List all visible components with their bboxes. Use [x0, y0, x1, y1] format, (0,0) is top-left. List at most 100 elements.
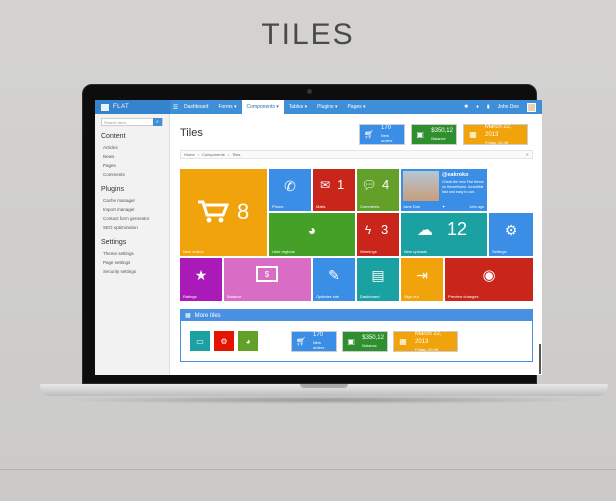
- breadcrumb-item[interactable]: Components: [202, 152, 225, 157]
- tile-sign-out[interactable]: ⇥ Sign out: [401, 258, 443, 301]
- tile-label: Sign out: [404, 294, 419, 299]
- tile-settings[interactable]: ⚙ Settings: [489, 213, 533, 256]
- search-box[interactable]: Search here... ⌕: [101, 118, 163, 126]
- nav-right: ✱ ♦ ▮ John Doe: [464, 102, 542, 112]
- hamburger-icon[interactable]: ☰: [172, 100, 179, 114]
- sidebar-link[interactable]: Comments: [101, 170, 163, 179]
- tile-label: Warnings: [360, 249, 377, 254]
- tile-comments[interactable]: 💬︎ 4 Comments: [357, 169, 399, 211]
- sidebar-link[interactable]: SEO optimization: [101, 223, 163, 232]
- profile-tweet: Check the new Flat theme on themeforest.…: [442, 180, 484, 194]
- globe-icon[interactable]: ◕: [238, 331, 258, 351]
- cart-icon: [198, 200, 229, 223]
- tile-warnings[interactable]: ϟ 3 Warnings: [357, 213, 399, 256]
- more-stat-date[interactable]: ▦ March 22, 2013 Friday, 20:49: [393, 331, 458, 352]
- tile-count: 12: [447, 219, 468, 239]
- tile-label: Mails: [316, 204, 326, 209]
- sidebar-link[interactable]: Cache manager: [101, 196, 163, 205]
- tile-phone[interactable]: ✆ Phone: [269, 169, 311, 211]
- nav-pages[interactable]: Pages ▾: [342, 100, 370, 114]
- laptop-shadow: [60, 396, 590, 404]
- sign-out-icon: ⇥: [416, 266, 428, 283]
- breadcrumb: Home › Components › Tiles ✕: [180, 150, 533, 159]
- tile-new-orders[interactable]: 8 New orders: [180, 169, 267, 256]
- tile-balance[interactable]: $ Balance: [224, 258, 311, 301]
- mail-icon: ✉: [319, 178, 331, 192]
- gears-icon[interactable]: ⚙: [214, 331, 234, 351]
- sidebar: Search here... ⌕ Content Articles News P…: [95, 114, 170, 375]
- more-tiles-panel: ▦ More tiles ▭ ⚙ ◕ 🛒︎ 170 New orders ▣ $3…: [180, 309, 533, 362]
- sidebar-link[interactable]: Page settings: [101, 258, 163, 267]
- logo-icon: [101, 103, 109, 111]
- cart-icon: 🛒︎: [360, 125, 378, 144]
- page-heading: TILES: [261, 18, 355, 51]
- nav-dashboard[interactable]: Dashboard: [179, 100, 213, 114]
- bell-icon[interactable]: ♦: [476, 104, 479, 110]
- stat-date[interactable]: ▦ March 22, 2013 Friday, 20:49: [463, 124, 528, 145]
- sidebar-section-title[interactable]: Settings: [101, 239, 163, 246]
- stat-value: March 22, 2013: [415, 331, 442, 345]
- sidebar-section-title[interactable]: Plugins: [101, 186, 163, 193]
- tile-preview[interactable]: ◉ Preview changes: [445, 258, 533, 301]
- sidebar-link[interactable]: Articles: [101, 143, 163, 152]
- profile-photo: [403, 171, 439, 201]
- tile-new-uploads[interactable]: ☁ 12 New uploads: [401, 213, 487, 256]
- user-name[interactable]: John Doe: [498, 104, 519, 110]
- tile-mails[interactable]: ✉ 1 Mails: [313, 169, 355, 211]
- sidebar-link[interactable]: Contact form generator: [101, 214, 163, 223]
- breadcrumb-item[interactable]: Home: [184, 152, 195, 157]
- stat-label: New orders: [381, 133, 393, 144]
- stat-balance[interactable]: ▣ $350,12 Balance: [411, 124, 457, 145]
- nav-forms[interactable]: Forms ▾: [213, 100, 241, 114]
- scrollbar[interactable]: [539, 344, 541, 374]
- tile-optimize[interactable]: ✎ Optimize site: [313, 258, 355, 301]
- grid-icon: ▦: [185, 313, 191, 319]
- eye-icon: ◉: [482, 267, 496, 284]
- stat-value: 170: [313, 332, 324, 339]
- tile-dashboard[interactable]: ▤ Dashboard: [357, 258, 399, 301]
- close-icon[interactable]: ✕: [526, 152, 532, 157]
- sidebar-link[interactable]: Theme settings: [101, 249, 163, 258]
- settings-icon[interactable]: ✱: [464, 104, 468, 110]
- tile-label: Comments: [360, 204, 380, 209]
- brand-name: FLAT: [113, 104, 130, 110]
- stat-value: $350,12: [362, 335, 384, 341]
- tile-user-regions[interactable]: ◕ User regions: [269, 213, 355, 256]
- sidebar-link[interactable]: Pages: [101, 161, 163, 170]
- more-stat-balance[interactable]: ▣ $350,12 Balance: [342, 331, 388, 352]
- search-input[interactable]: Search here...: [102, 120, 153, 125]
- tile-ratings[interactable]: ★ Ratings: [180, 258, 222, 301]
- search-icon[interactable]: ⌕: [153, 118, 162, 126]
- avatar[interactable]: [527, 102, 536, 112]
- tile-label: Settings: [492, 249, 507, 254]
- laptop-screen: FLAT ☰ Dashboard Forms ▾ Components ▾ Ta…: [95, 100, 542, 375]
- tile-label: Optimize site: [316, 294, 340, 299]
- nav-plugins[interactable]: Plugins ▾: [312, 100, 342, 114]
- globe-icon: ◕: [307, 222, 317, 238]
- profile-time: 1min ago: [469, 205, 484, 209]
- inbox-icon[interactable]: ▭: [190, 331, 210, 351]
- tile-label: Balance: [227, 294, 242, 299]
- tile-count: 1: [337, 177, 345, 192]
- lock-icon[interactable]: ▮: [487, 104, 490, 110]
- stat-new-orders[interactable]: 🛒︎ 170 New orders: [359, 124, 405, 145]
- sidebar-link[interactable]: Security settings: [101, 267, 163, 276]
- sidebar-link[interactable]: Import manager: [101, 205, 163, 214]
- stat-label: Balance: [431, 135, 446, 141]
- sidebar-link[interactable]: News: [101, 152, 163, 161]
- more-stat-orders[interactable]: 🛒︎ 170 New orders: [291, 331, 337, 352]
- main-content: Tiles 🛒︎ 170 New orders ▣ $350,12 Balance …: [171, 114, 542, 375]
- tile-label: Phone: [272, 204, 284, 209]
- camera-icon: [307, 89, 312, 94]
- tile-count: 8: [237, 199, 250, 224]
- nav-components[interactable]: Components ▾: [241, 100, 284, 114]
- sidebar-section-title[interactable]: Content: [101, 133, 163, 140]
- gears-icon: ⚙: [504, 221, 518, 238]
- tile-label: Preview changes: [448, 294, 479, 299]
- stat-label: New orders: [313, 340, 325, 351]
- nav-tables[interactable]: Tables ▾: [284, 100, 312, 114]
- brand[interactable]: FLAT: [95, 100, 170, 114]
- breadcrumb-item[interactable]: Tiles: [232, 152, 240, 157]
- tile-profile[interactable]: Jane Doe @eakroko Check the new Flat the…: [401, 169, 487, 211]
- tile-count: 3: [381, 222, 389, 237]
